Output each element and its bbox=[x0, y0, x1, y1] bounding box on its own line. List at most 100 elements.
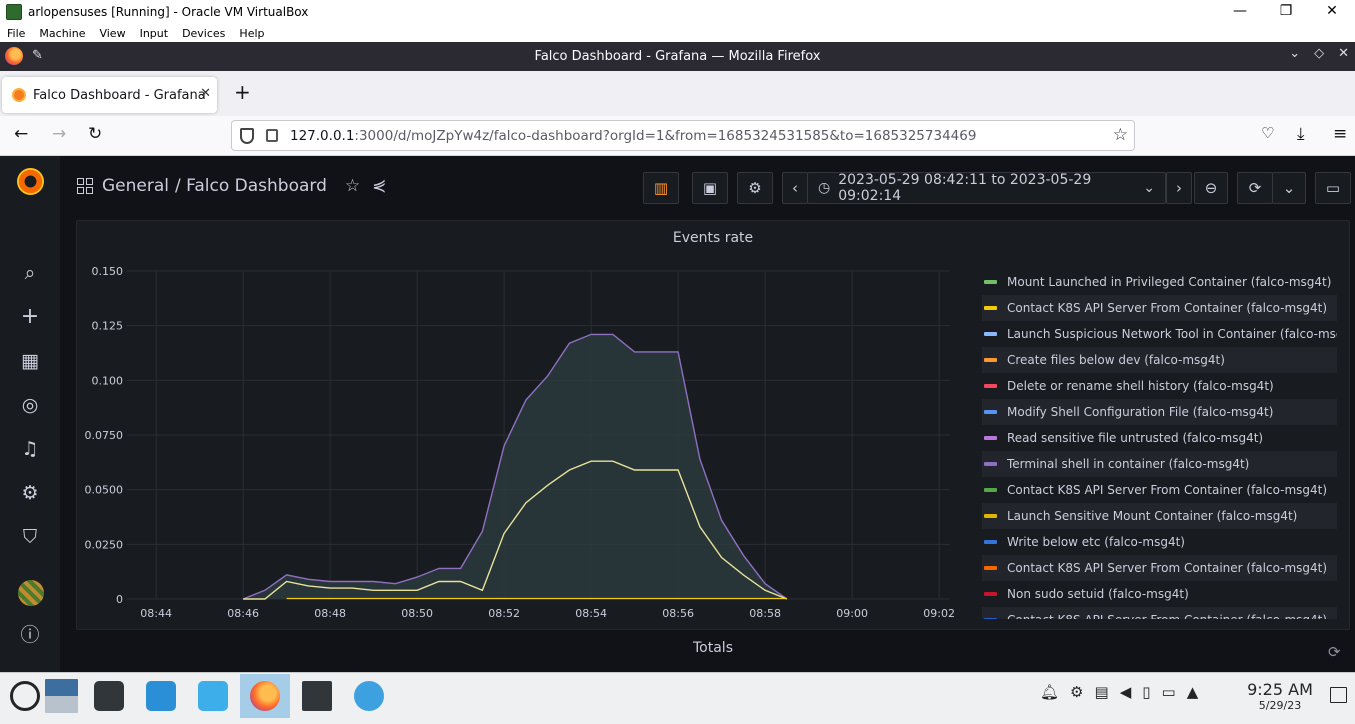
legend-item[interactable]: Write below etc (falco-msg4t) bbox=[982, 529, 1337, 555]
notifications-icon[interactable]: 🔔︎ bbox=[1040, 683, 1059, 701]
dashboards-grid-icon[interactable]: ▦ bbox=[18, 349, 42, 373]
pocket-icon[interactable]: ♡ bbox=[1261, 124, 1274, 142]
refresh-button[interactable]: ⟳ bbox=[1237, 172, 1273, 204]
menu-view[interactable]: View bbox=[92, 27, 132, 40]
taskbar-yast[interactable] bbox=[344, 674, 394, 718]
menu-file[interactable]: File bbox=[0, 27, 32, 40]
tracking-shield-icon[interactable] bbox=[240, 127, 254, 144]
new-tab-icon[interactable]: + bbox=[234, 80, 251, 104]
close-icon[interactable]: ✕ bbox=[1309, 0, 1355, 24]
virtualbox-menubar: File Machine View Input Devices Help bbox=[0, 24, 1355, 42]
legend-label: Create files below dev (falco-msg4t) bbox=[1007, 353, 1225, 367]
legend-item[interactable]: Contact K8S API Server From Container (f… bbox=[982, 555, 1337, 581]
legend-item[interactable]: Create files below dev (falco-msg4t) bbox=[982, 347, 1337, 373]
back-icon[interactable]: ← bbox=[14, 124, 28, 144]
dashboard-settings-button[interactable]: ⚙ bbox=[737, 172, 773, 204]
taskbar-system-settings[interactable] bbox=[84, 674, 134, 718]
menu-input[interactable]: Input bbox=[133, 27, 175, 40]
legend-item[interactable]: Terminal shell in container (falco-msg4t… bbox=[982, 451, 1337, 477]
legend-item[interactable]: Delete or rename shell history (falco-ms… bbox=[982, 373, 1337, 399]
firefox-icon bbox=[250, 681, 280, 711]
minimize-icon[interactable]: — bbox=[1217, 0, 1263, 24]
pin-icon[interactable]: ✎ bbox=[32, 48, 43, 63]
alerting-bell-icon[interactable]: ♫ bbox=[18, 437, 42, 461]
firefox-window-title: Falco Dashboard - Grafana — Mozilla Fire… bbox=[534, 49, 821, 64]
panel-refresh-icon[interactable]: ⟳ bbox=[1328, 643, 1341, 661]
page-info-icon[interactable] bbox=[266, 129, 278, 142]
updates-icon[interactable]: ⚙ bbox=[1070, 683, 1083, 701]
create-plus-icon[interactable]: + bbox=[18, 305, 42, 329]
url-text[interactable]: 127.0.0.1:3000/d/moJZpYw4z/falco-dashboa… bbox=[290, 128, 976, 144]
breadcrumb-dashboard[interactable]: / Falco Dashboard bbox=[175, 176, 327, 196]
maximize-icon[interactable]: ◇ bbox=[1314, 46, 1324, 61]
clipboard-icon[interactable]: ▤ bbox=[1095, 683, 1109, 701]
explore-compass-icon[interactable]: ◎ bbox=[18, 393, 42, 417]
time-back-button[interactable]: ‹ bbox=[782, 172, 808, 204]
network-icon[interactable]: ▭ bbox=[1162, 683, 1176, 701]
downloads-icon[interactable]: ⤓ bbox=[1297, 124, 1305, 144]
configuration-gear-icon[interactable]: ⚙ bbox=[18, 481, 42, 505]
monitor-icon: ▭ bbox=[1325, 179, 1341, 197]
pager-desktop[interactable] bbox=[36, 674, 86, 718]
digital-clock[interactable]: 9:25 AM 5/29/23 bbox=[1240, 680, 1320, 712]
time-forward-button[interactable]: › bbox=[1166, 172, 1192, 204]
hamburger-menu-icon[interactable]: ≡ bbox=[1333, 124, 1347, 144]
y-tick-label: 0.125 bbox=[92, 320, 124, 333]
legend-item[interactable]: Modify Shell Configuration File (falco-m… bbox=[982, 399, 1337, 425]
restore-icon[interactable]: ❐ bbox=[1263, 0, 1309, 24]
menu-machine[interactable]: Machine bbox=[32, 27, 92, 40]
forward-icon[interactable]: → bbox=[52, 124, 66, 144]
legend-item[interactable]: Non sudo setuid (falco-msg4t) bbox=[982, 581, 1337, 607]
events-rate-panel[interactable]: Events rate 0 0.0250 0.0500 0.0750 0.100 0.12… bbox=[76, 220, 1350, 630]
volume-icon[interactable]: ◀ bbox=[1120, 683, 1132, 701]
show-desktop-icon[interactable] bbox=[1330, 687, 1347, 703]
x-tick-label: 08:52 bbox=[488, 607, 520, 620]
legend-swatch bbox=[984, 540, 997, 544]
save-dashboard-button[interactable]: ▣ bbox=[692, 172, 728, 204]
server-admin-shield-icon[interactable]: ⛉ bbox=[18, 525, 42, 549]
close-icon[interactable]: ✕ bbox=[1338, 46, 1349, 61]
chevron-down-icon[interactable]: ⌄ bbox=[1289, 46, 1300, 61]
tray-expand-icon[interactable]: ▲ bbox=[1187, 683, 1199, 701]
reload-icon[interactable]: ↻ bbox=[88, 124, 102, 144]
bookmark-star-icon[interactable]: ☆ bbox=[1113, 125, 1128, 145]
zoom-out-button[interactable]: ⊖ bbox=[1194, 172, 1228, 204]
url-bar[interactable]: 127.0.0.1:3000/d/moJZpYw4z/falco-dashboa… bbox=[231, 120, 1135, 151]
close-tab-icon[interactable]: ✕ bbox=[200, 86, 211, 101]
clock-time: 9:25 AM bbox=[1247, 680, 1313, 699]
time-range-picker[interactable]: ◷ 2023-05-29 08:42:11 to 2023-05-29 09:0… bbox=[807, 172, 1166, 204]
taskbar-discover[interactable] bbox=[136, 674, 186, 718]
legend-label: Launch Suspicious Network Tool in Contai… bbox=[1007, 327, 1337, 341]
taskbar-dolphin[interactable] bbox=[188, 674, 238, 718]
breadcrumb-folder[interactable]: General bbox=[102, 176, 169, 196]
legend-swatch bbox=[984, 280, 997, 284]
y-tick-label: 0.100 bbox=[92, 374, 124, 387]
menu-help[interactable]: Help bbox=[232, 27, 271, 40]
legend-item[interactable]: Contact K8S API Server From Container (f… bbox=[982, 607, 1337, 619]
legend-item[interactable]: Launch Sensitive Mount Container (falco-… bbox=[982, 503, 1337, 529]
refresh-interval-dropdown[interactable]: ⌄ bbox=[1272, 172, 1306, 204]
search-icon[interactable]: ⌕ bbox=[18, 261, 42, 285]
tv-mode-button[interactable]: ▭ bbox=[1315, 172, 1351, 204]
menu-devices[interactable]: Devices bbox=[175, 27, 232, 40]
user-avatar[interactable] bbox=[18, 580, 44, 606]
taskbar-firefox[interactable] bbox=[240, 674, 290, 718]
tab-falco-dashboard[interactable]: Falco Dashboard - Grafana ✕ bbox=[2, 77, 217, 113]
grafana-logo-icon[interactable] bbox=[17, 168, 44, 195]
legend-item[interactable]: Mount Launched in Privileged Container (… bbox=[982, 269, 1337, 295]
favorite-star-icon[interactable]: ☆ bbox=[345, 176, 360, 196]
legend-swatch bbox=[984, 410, 997, 414]
legend-swatch bbox=[984, 514, 997, 518]
dashboard-navbar: General / Falco Dashboard ☆ ⋞ ▥ ▣ ⚙ ‹ ◷ … bbox=[60, 156, 1355, 220]
legend-item[interactable]: Launch Suspicious Network Tool in Contai… bbox=[982, 321, 1337, 347]
legend-item[interactable]: Contact K8S API Server From Container (f… bbox=[982, 295, 1337, 321]
add-panel-button[interactable]: ▥ bbox=[643, 172, 679, 204]
device-notifier-icon[interactable]: ▯ bbox=[1142, 683, 1150, 701]
gear-icon: ⚙ bbox=[748, 179, 762, 197]
taskbar-konsole[interactable] bbox=[292, 674, 342, 718]
help-icon[interactable]: ⓘ bbox=[18, 623, 42, 647]
legend-item[interactable]: Read sensitive file untrusted (falco-msg… bbox=[982, 425, 1337, 451]
chevron-right-icon: › bbox=[1176, 179, 1182, 197]
share-icon[interactable]: ⋞ bbox=[372, 176, 386, 196]
legend-item[interactable]: Contact K8S API Server From Container (f… bbox=[982, 477, 1337, 503]
